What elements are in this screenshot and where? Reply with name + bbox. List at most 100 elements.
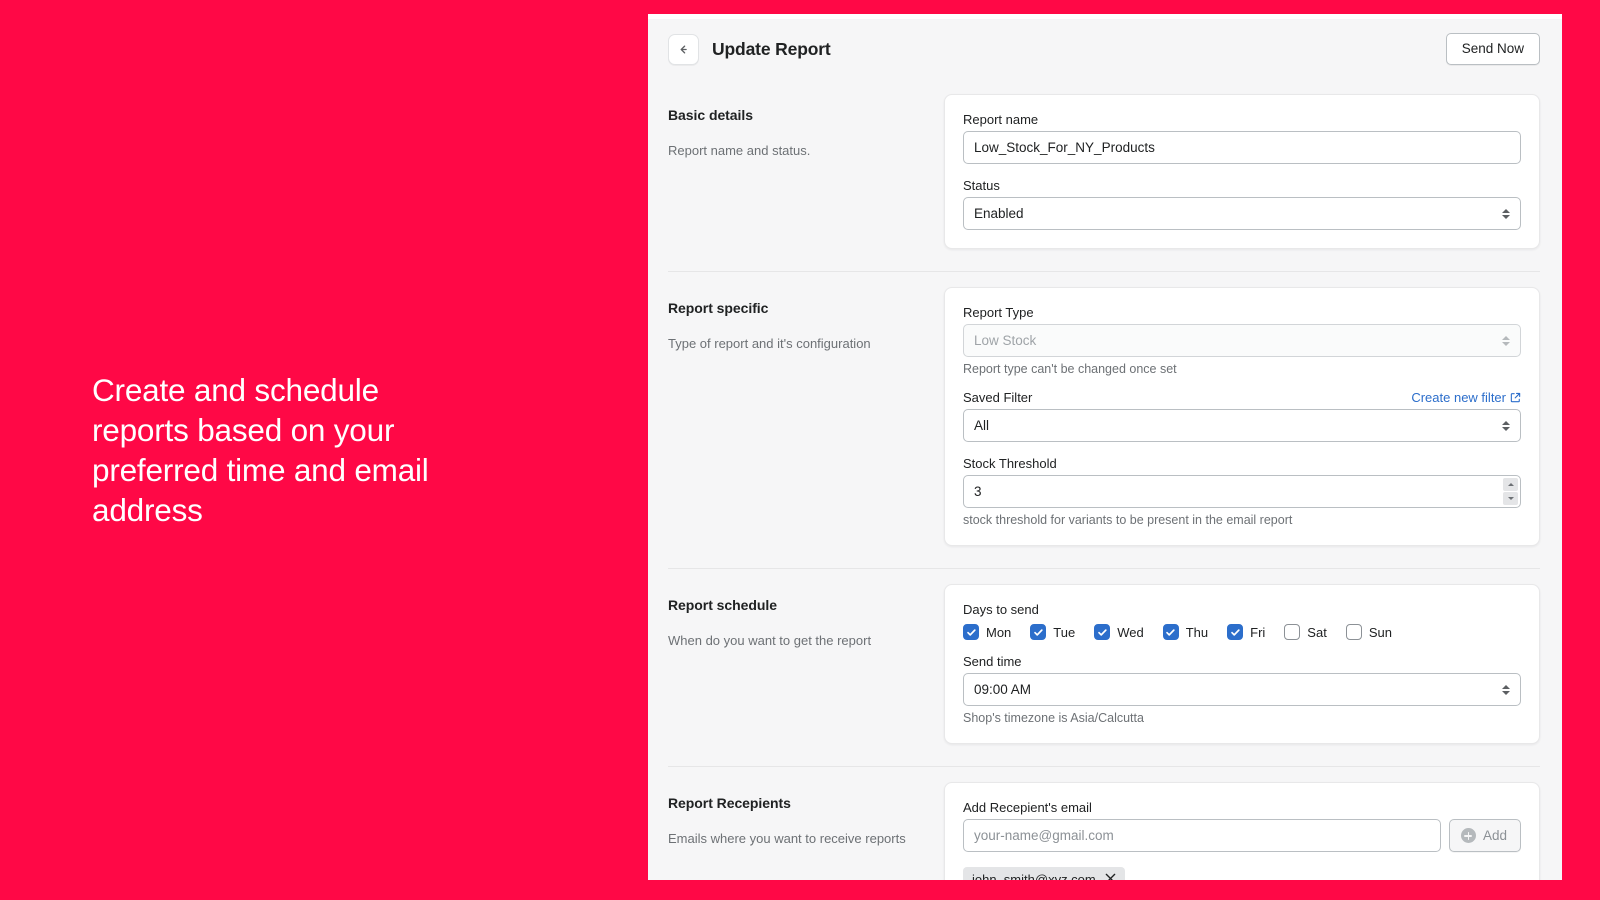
- send-time-label: Send time: [963, 654, 1521, 669]
- chevron-updown-icon: [1502, 421, 1510, 431]
- promo-headline: Create and schedule reports based on you…: [0, 370, 500, 530]
- chevron-updown-icon: [1502, 209, 1510, 219]
- timezone-helper: Shop's timezone is Asia/Calcutta: [963, 711, 1521, 725]
- report-type-select: Low Stock: [963, 324, 1521, 357]
- recipient-email-placeholder: your-name@gmail.com: [974, 828, 1114, 843]
- day-checkbox-thu[interactable]: Thu: [1163, 624, 1208, 640]
- chevron-updown-icon: [1502, 336, 1510, 346]
- page-title: Update Report: [712, 39, 831, 60]
- report-recipients-card: Add Recepient's email your-name@gmail.co…: [944, 782, 1540, 880]
- stock-threshold-stepper[interactable]: [1503, 478, 1518, 505]
- recipient-email-field: Add Recepient's email your-name@gmail.co…: [963, 800, 1521, 880]
- status-select[interactable]: Enabled: [963, 197, 1521, 230]
- settings-sections: Basic details Report name and status. Re…: [648, 79, 1562, 880]
- report-name-field: Report name Low_Stock_For_NY_Products: [963, 112, 1521, 164]
- day-label: Mon: [986, 625, 1011, 640]
- status-label: Status: [963, 178, 1521, 193]
- add-recipient-label: Add: [1483, 828, 1507, 843]
- checkbox-unchecked-icon: [1346, 624, 1362, 640]
- close-icon[interactable]: [1105, 872, 1116, 880]
- back-button[interactable]: [668, 34, 699, 65]
- send-now-button[interactable]: Send Now: [1446, 33, 1540, 65]
- day-checkbox-sun[interactable]: Sun: [1346, 624, 1392, 640]
- report-name-label: Report name: [963, 112, 1521, 127]
- day-label: Thu: [1186, 625, 1208, 640]
- recipient-email-label: Add Recepient's email: [963, 800, 1521, 815]
- recipient-input-row: your-name@gmail.com Add: [963, 819, 1521, 852]
- report-schedule-card: Days to send Mon Tue Wed Thu Fri Sat Sun Send …: [944, 584, 1540, 744]
- external-link-icon: [1510, 392, 1521, 404]
- report-type-value: Low Stock: [974, 333, 1036, 348]
- recipient-chip: john_smith@xyz.com: [963, 867, 1125, 880]
- recipient-email-text: john_smith@xyz.com: [972, 872, 1096, 880]
- section-description: Emails where you want to receive reports: [668, 829, 920, 848]
- status-value: Enabled: [974, 206, 1024, 221]
- section-description: When do you want to get the report: [668, 631, 920, 650]
- stock-threshold-field: Stock Threshold 3 stock threshold for va…: [963, 456, 1521, 527]
- day-checkbox-mon[interactable]: Mon: [963, 624, 1011, 640]
- day-label: Sun: [1369, 625, 1392, 640]
- checkbox-unchecked-icon: [1284, 624, 1300, 640]
- section-basic-details-meta: Basic details Report name and status.: [668, 94, 944, 160]
- stock-threshold-value: 3: [974, 484, 982, 499]
- stepper-increment-button[interactable]: [1503, 478, 1518, 491]
- section-title: Report schedule: [668, 597, 920, 613]
- app-window: Update Report Send Now Basic details Rep…: [648, 14, 1562, 880]
- section-report-specific-meta: Report specific Type of report and it's …: [668, 287, 944, 353]
- recipient-email-input[interactable]: your-name@gmail.com: [963, 819, 1441, 852]
- promo-panel: Create and schedule reports based on you…: [0, 0, 648, 900]
- section-report-recipients-meta: Report Recepients Emails where you want …: [668, 782, 944, 848]
- checkbox-checked-icon: [1163, 624, 1179, 640]
- saved-filter-select[interactable]: All: [963, 409, 1521, 442]
- report-specific-card: Report Type Low Stock Report type can't …: [944, 287, 1540, 546]
- arrow-left-icon: [676, 42, 691, 57]
- day-label: Tue: [1053, 625, 1075, 640]
- send-time-value: 09:00 AM: [974, 682, 1031, 697]
- day-label: Fri: [1250, 625, 1265, 640]
- saved-filter-field: Saved Filter Create new filter: [963, 390, 1521, 442]
- stepper-decrement-button[interactable]: [1503, 492, 1518, 505]
- chevron-updown-icon: [1502, 685, 1510, 695]
- section-title: Report specific: [668, 300, 920, 316]
- day-label: Sat: [1307, 625, 1327, 640]
- saved-filter-label: Saved Filter: [963, 390, 1032, 405]
- stock-threshold-helper: stock threshold for variants to be prese…: [963, 513, 1521, 527]
- stock-threshold-label: Stock Threshold: [963, 456, 1521, 471]
- saved-filter-value: All: [974, 418, 989, 433]
- section-title: Basic details: [668, 107, 920, 123]
- checkbox-checked-icon: [1227, 624, 1243, 640]
- report-name-value: Low_Stock_For_NY_Products: [974, 140, 1155, 155]
- create-new-filter-link[interactable]: Create new filter: [1411, 390, 1521, 405]
- send-time-select[interactable]: 09:00 AM: [963, 673, 1521, 706]
- stock-threshold-input[interactable]: 3: [963, 475, 1521, 508]
- days-to-send-label: Days to send: [963, 602, 1521, 617]
- section-report-recipients: Report Recepients Emails where you want …: [668, 766, 1540, 880]
- day-checkbox-tue[interactable]: Tue: [1030, 624, 1075, 640]
- plus-circle-icon: [1461, 828, 1476, 843]
- section-description: Report name and status.: [668, 141, 920, 160]
- add-recipient-button[interactable]: Add: [1449, 819, 1521, 852]
- create-new-filter-label: Create new filter: [1411, 390, 1506, 405]
- checkbox-checked-icon: [963, 624, 979, 640]
- report-type-label: Report Type: [963, 305, 1521, 320]
- checkbox-checked-icon: [1094, 624, 1110, 640]
- days-to-send-field: Days to send Mon Tue Wed Thu Fri Sat Sun: [963, 602, 1521, 640]
- section-title: Report Recepients: [668, 795, 920, 811]
- section-report-schedule-meta: Report schedule When do you want to get …: [668, 584, 944, 650]
- section-basic-details: Basic details Report name and status. Re…: [668, 79, 1540, 271]
- day-checkbox-fri[interactable]: Fri: [1227, 624, 1265, 640]
- report-type-helper: Report type can't be changed once set: [963, 362, 1521, 376]
- stock-threshold-wrap: 3: [963, 475, 1521, 508]
- checkbox-checked-icon: [1030, 624, 1046, 640]
- section-report-schedule: Report schedule When do you want to get …: [668, 568, 1540, 766]
- day-checkbox-sat[interactable]: Sat: [1284, 624, 1327, 640]
- section-report-specific: Report specific Type of report and it's …: [668, 271, 1540, 568]
- report-type-field: Report Type Low Stock Report type can't …: [963, 305, 1521, 376]
- section-description: Type of report and it's configuration: [668, 334, 920, 353]
- send-time-field: Send time 09:00 AM Shop's timezone is As…: [963, 654, 1521, 725]
- day-checkbox-wed[interactable]: Wed: [1094, 624, 1144, 640]
- recipient-chip-list: john_smith@xyz.com: [963, 867, 1521, 880]
- basic-details-card: Report name Low_Stock_For_NY_Products St…: [944, 94, 1540, 249]
- saved-filter-label-row: Saved Filter Create new filter: [963, 390, 1521, 405]
- report-name-input[interactable]: Low_Stock_For_NY_Products: [963, 131, 1521, 164]
